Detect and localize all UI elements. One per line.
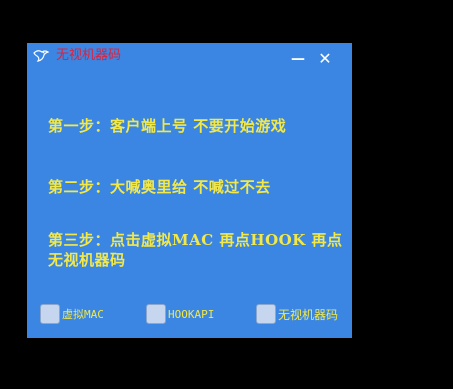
step-one-text: 第一步：客户端上号 不要开始游戏	[48, 117, 287, 135]
minimize-button[interactable]: —	[288, 49, 308, 69]
checkbox-label[interactable]: 虚拟MAC	[62, 306, 104, 322]
step-two-text: 第二步：大喊奥里给 不喊过不去	[48, 178, 271, 196]
checkbox-label[interactable]: HOOKAPI	[168, 308, 214, 321]
title-bar[interactable]: 无视机器码 — ✕	[27, 43, 352, 71]
checkbox-box[interactable]	[256, 304, 276, 324]
app-window: 无视机器码 — ✕ 第一步：客户端上号 不要开始游戏 第二步：大喊奥里给 不喊过…	[27, 43, 352, 338]
close-icon: ✕	[318, 49, 332, 68]
checkbox-box[interactable]	[146, 304, 166, 324]
checkbox-label[interactable]: 无视机器码	[278, 306, 338, 323]
virtual-mac-checkbox[interactable]: 虚拟MAC	[40, 302, 104, 326]
app-bird-icon	[32, 47, 50, 65]
minimize-icon: —	[291, 51, 305, 67]
checkbox-box[interactable]	[40, 304, 60, 324]
step-three-text: 第三步：点击虚拟MAC 再点HOOK 再点无视机器码	[48, 231, 343, 269]
window-title: 无视机器码	[56, 48, 122, 63]
close-button[interactable]: ✕	[315, 49, 335, 69]
hookapi-checkbox[interactable]: HOOKAPI	[146, 302, 214, 326]
ignore-machine-code-checkbox[interactable]: 无视机器码	[256, 302, 338, 326]
